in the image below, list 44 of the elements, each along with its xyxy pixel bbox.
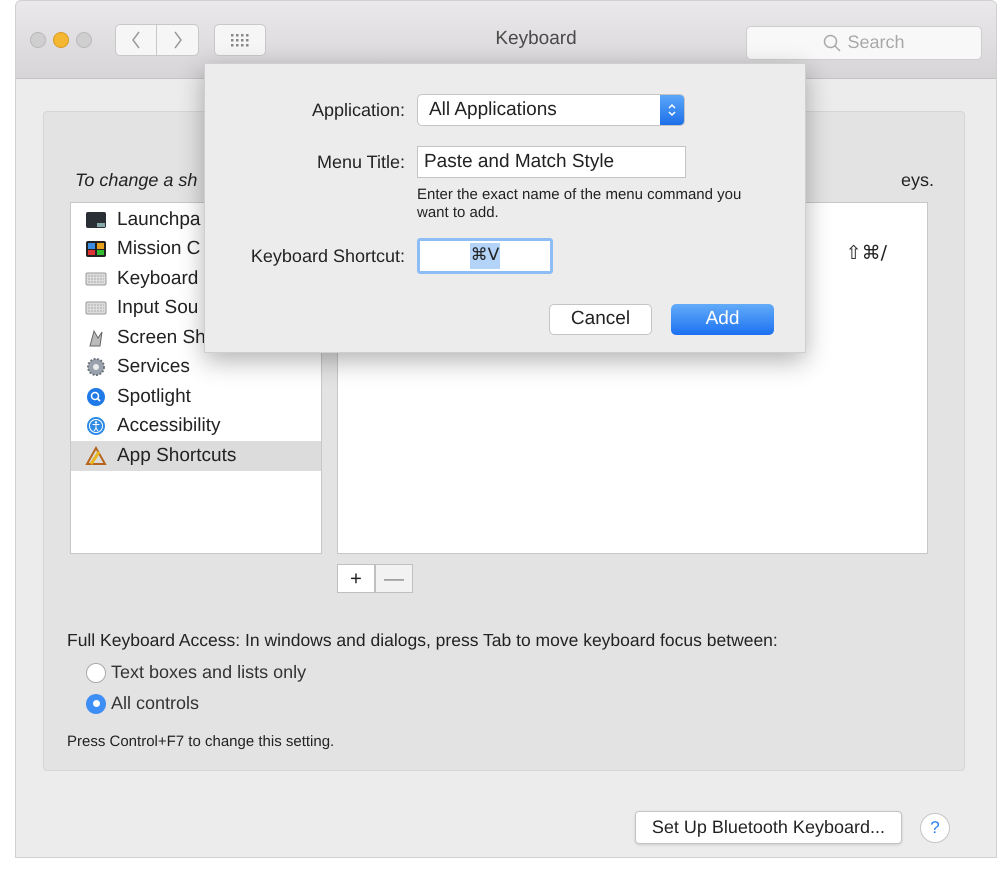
grid-icon <box>230 32 250 46</box>
add-button[interactable]: + <box>337 564 375 593</box>
category-item[interactable]: Input Sou <box>71 294 321 323</box>
full-keyboard-access-label: Full Keyboard Access: In windows and dialogs, press Tab to move keyboard focus between: <box>67 629 779 652</box>
note-text: Press Control+F7 to change this setting. <box>67 732 336 752</box>
menu-title-field[interactable]: Paste and Match Style <box>417 146 686 178</box>
category-item[interactable]: Accessibility <box>71 412 321 441</box>
show-all-button[interactable] <box>214 24 266 56</box>
back-button[interactable] <box>115 24 157 56</box>
cancel-button[interactable]: Cancel <box>549 304 652 335</box>
windows-icon <box>85 239 107 260</box>
category-item[interactable]: Spotlight <box>71 382 321 412</box>
up-down-chevron-icon <box>667 102 677 118</box>
radio-label: Text boxes and lists only <box>111 661 306 684</box>
forward-button[interactable] <box>157 24 199 56</box>
help-button[interactable]: ? <box>920 812 950 842</box>
category-item[interactable]: Services <box>71 352 321 382</box>
chevron-right-icon <box>172 30 182 48</box>
zoom-icon[interactable] <box>76 32 92 48</box>
dark-screen-icon <box>85 210 107 230</box>
instruction-text: To change a sh <box>75 169 198 192</box>
shortcut-keys: ⇧⌘/ <box>846 239 887 268</box>
field-label: Keyboard Shortcut: <box>250 244 405 268</box>
field-label: Menu Title: <box>316 150 405 174</box>
search-icon <box>823 34 842 52</box>
radio-label: All controls <box>111 692 200 716</box>
window-title: Keyboard <box>495 27 577 52</box>
gear-icon <box>85 357 107 378</box>
category-item[interactable]: App Shortcuts <box>71 441 321 470</box>
category-item[interactable]: Launchpa <box>71 205 321 234</box>
instruction-text: eys. <box>900 169 934 192</box>
bluetooth-keyboard-button[interactable]: Set Up Bluetooth Keyboard... <box>634 811 902 844</box>
field-label: Application: <box>310 98 405 122</box>
chevron-left-icon <box>131 30 141 48</box>
close-icon[interactable] <box>30 32 46 48</box>
accessibility-icon <box>85 416 107 436</box>
radio-button[interactable] <box>86 662 106 683</box>
application-dropdown[interactable]: All Applications <box>417 94 685 126</box>
category-item[interactable]: Screen Sh <box>71 323 321 352</box>
shortcut-field[interactable]: ⌘V <box>417 238 553 274</box>
search-icon <box>85 386 107 407</box>
hint-text: Enter the exact name of the menu command you want to add. <box>417 186 742 222</box>
minimize-icon[interactable] <box>53 32 69 48</box>
radio-button[interactable] <box>86 694 106 714</box>
